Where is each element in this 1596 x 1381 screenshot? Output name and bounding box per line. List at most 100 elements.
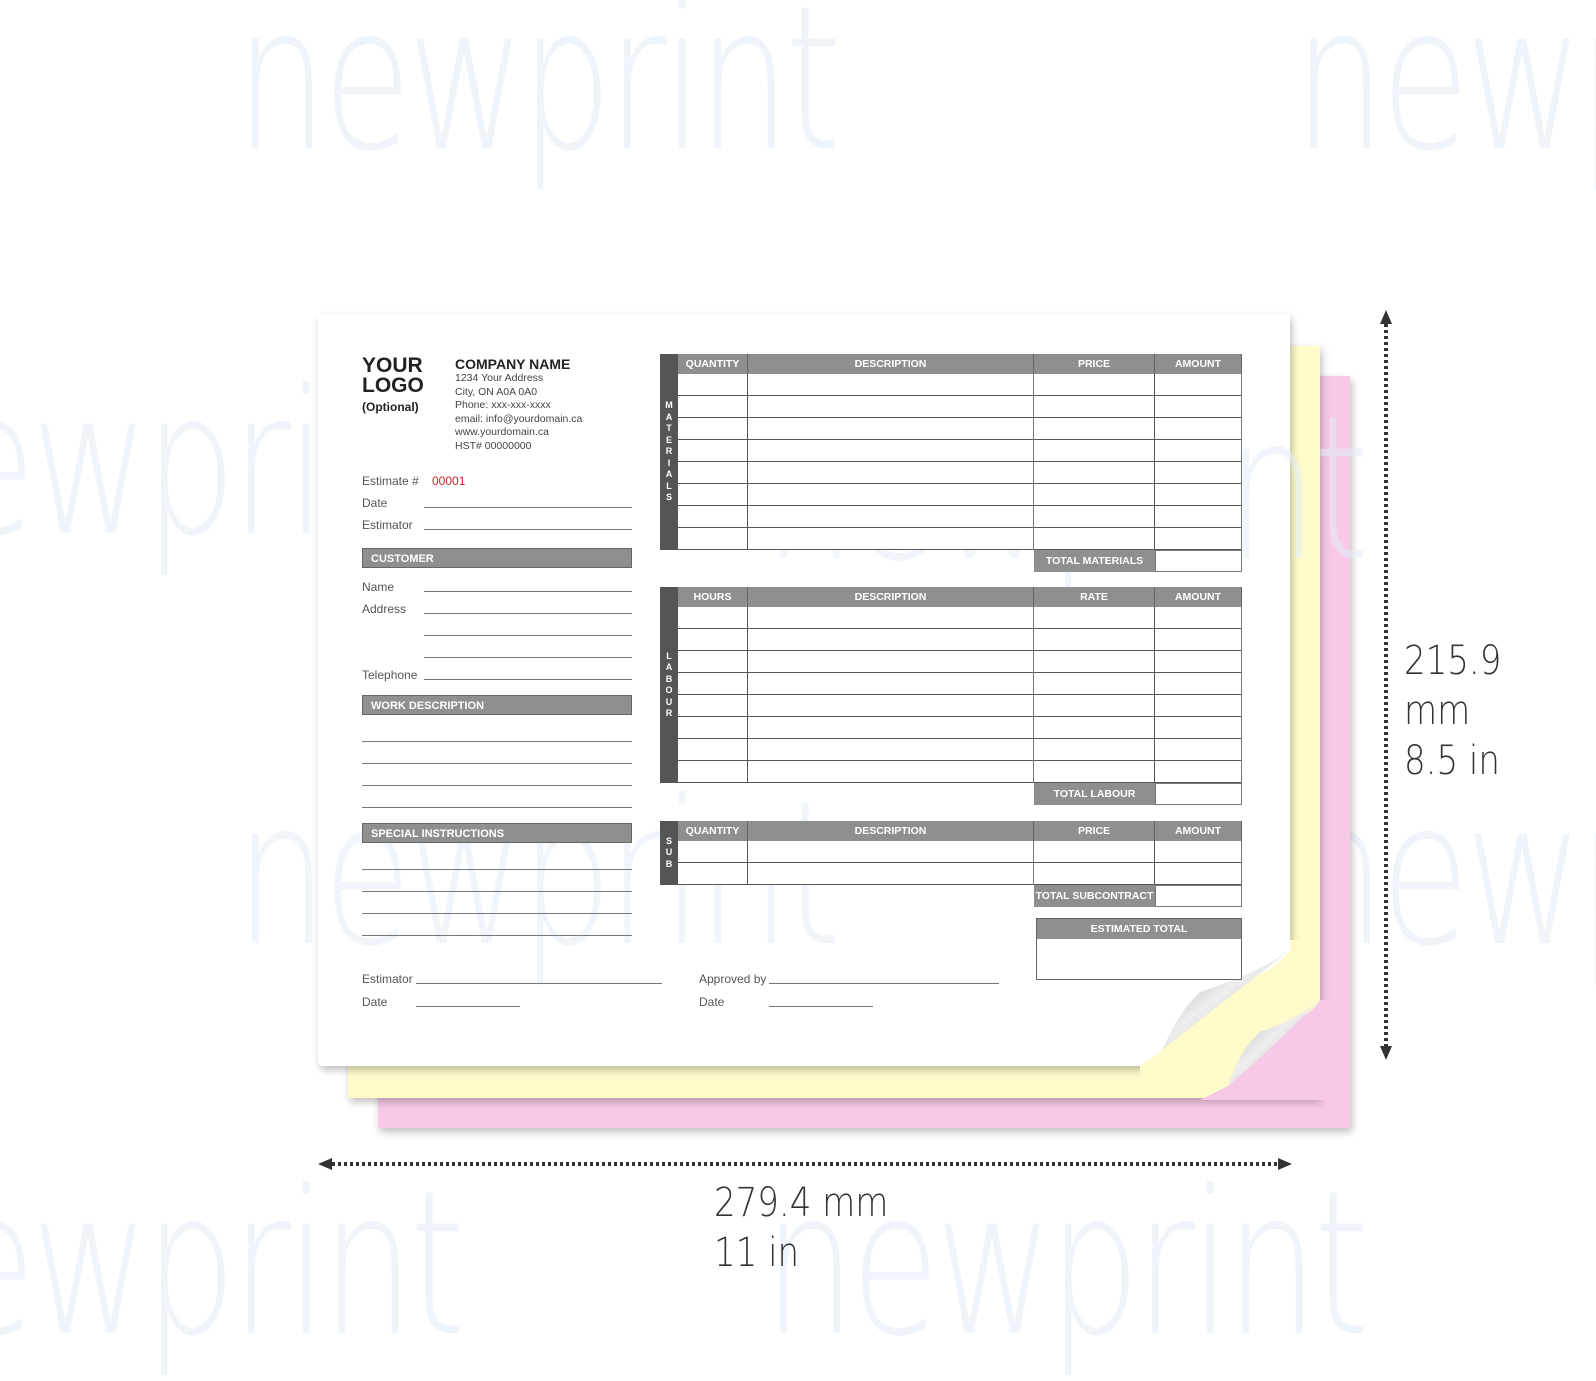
table-cell[interactable] (678, 761, 748, 783)
table-cell[interactable] (678, 506, 748, 528)
table-cell[interactable] (1155, 528, 1242, 550)
table-cell[interactable] (1034, 651, 1155, 673)
table-cell[interactable] (1034, 695, 1155, 717)
table-cell[interactable] (1155, 374, 1242, 396)
special-instructions-line[interactable] (362, 891, 632, 892)
table-cell[interactable] (1034, 374, 1155, 396)
table-cell[interactable] (748, 374, 1034, 396)
materials-total-label: TOTAL MATERIALS (1034, 550, 1155, 572)
table-cell[interactable] (678, 673, 748, 695)
table-cell[interactable] (1034, 484, 1155, 506)
labour-total-value[interactable] (1155, 783, 1242, 805)
table-cell[interactable] (1155, 440, 1242, 462)
table-row (678, 462, 1242, 484)
work-description-line[interactable] (362, 763, 632, 764)
table-cell[interactable] (1034, 629, 1155, 651)
table-cell[interactable] (678, 484, 748, 506)
work-description-line[interactable] (362, 741, 632, 742)
table-cell[interactable] (1155, 841, 1242, 863)
table-cell[interactable] (748, 761, 1034, 783)
table-cell[interactable] (678, 607, 748, 629)
table-cell[interactable] (1155, 484, 1242, 506)
table-cell[interactable] (1155, 651, 1242, 673)
table-cell[interactable] (678, 863, 748, 885)
table-cell[interactable] (1155, 506, 1242, 528)
table-cell[interactable] (1155, 863, 1242, 885)
table-cell[interactable] (748, 607, 1034, 629)
special-instructions-line[interactable] (362, 935, 632, 936)
table-cell[interactable] (1034, 717, 1155, 739)
table-cell[interactable] (678, 440, 748, 462)
subcontract-total-value[interactable] (1155, 885, 1242, 907)
estimator-signature-field[interactable]: Estimator (362, 972, 662, 988)
customer-telephone-field[interactable]: Telephone (362, 668, 632, 684)
estimated-total-box[interactable]: ESTIMATED TOTAL (1036, 918, 1242, 980)
table-cell[interactable] (678, 717, 748, 739)
table-cell[interactable] (1155, 396, 1242, 418)
table-cell[interactable] (748, 484, 1034, 506)
logo-placeholder: YOUR LOGO (Optional) (362, 354, 424, 414)
table-cell[interactable] (748, 717, 1034, 739)
table-cell[interactable] (678, 695, 748, 717)
table-cell[interactable] (1155, 673, 1242, 695)
table-cell[interactable] (678, 651, 748, 673)
table-cell[interactable] (678, 528, 748, 550)
table-cell[interactable] (748, 841, 1034, 863)
estimator-date-field[interactable]: Date (362, 995, 520, 1011)
table-cell[interactable] (1155, 761, 1242, 783)
table-cell[interactable] (748, 506, 1034, 528)
table-cell[interactable] (748, 629, 1034, 651)
work-description-line[interactable] (362, 785, 632, 786)
company-phone: Phone: xxx-xxx-xxxx (455, 399, 551, 411)
special-instructions-line[interactable] (362, 913, 632, 914)
table-cell[interactable] (748, 396, 1034, 418)
date-field[interactable]: Date (362, 496, 632, 512)
table-cell[interactable] (748, 673, 1034, 695)
table-cell[interactable] (748, 695, 1034, 717)
table-cell[interactable] (678, 841, 748, 863)
table-cell[interactable] (748, 440, 1034, 462)
table-cell[interactable] (678, 418, 748, 440)
table-cell[interactable] (1155, 418, 1242, 440)
estimator-field[interactable]: Estimator (362, 518, 632, 534)
approved-date-field[interactable]: Date (699, 995, 873, 1011)
approved-by-field[interactable]: Approved by (699, 972, 999, 988)
table-cell[interactable] (1155, 739, 1242, 761)
table-cell[interactable] (1034, 607, 1155, 629)
special-instructions-line[interactable] (362, 869, 632, 870)
table-cell[interactable] (1034, 418, 1155, 440)
table-cell[interactable] (678, 374, 748, 396)
customer-address-field[interactable]: Address (362, 602, 632, 658)
table-cell[interactable] (1034, 440, 1155, 462)
table-cell[interactable] (748, 739, 1034, 761)
table-cell[interactable] (748, 462, 1034, 484)
column-header-quantity: QUANTITY (678, 354, 748, 374)
table-cell[interactable] (748, 418, 1034, 440)
table-cell[interactable] (1155, 695, 1242, 717)
table-cell[interactable] (1155, 462, 1242, 484)
table-cell[interactable] (1034, 528, 1155, 550)
table-cell[interactable] (678, 462, 748, 484)
table-cell[interactable] (678, 739, 748, 761)
table-cell[interactable] (1155, 717, 1242, 739)
materials-total-value[interactable] (1155, 550, 1242, 572)
table-cell[interactable] (1034, 739, 1155, 761)
table-cell[interactable] (1034, 396, 1155, 418)
table-cell[interactable] (1034, 673, 1155, 695)
work-description-line[interactable] (362, 807, 632, 808)
table-cell[interactable] (748, 863, 1034, 885)
width-mm: 279.4 mm (714, 1180, 889, 1226)
customer-name-field[interactable]: Name (362, 580, 632, 596)
table-cell[interactable] (1034, 863, 1155, 885)
table-cell[interactable] (1034, 462, 1155, 484)
table-cell[interactable] (748, 528, 1034, 550)
table-cell[interactable] (1034, 761, 1155, 783)
table-cell[interactable] (748, 651, 1034, 673)
table-cell[interactable] (678, 396, 748, 418)
table-cell[interactable] (1155, 607, 1242, 629)
table-cell[interactable] (1034, 841, 1155, 863)
column-header-price: PRICE (1034, 821, 1155, 841)
table-cell[interactable] (1155, 629, 1242, 651)
table-cell[interactable] (1034, 506, 1155, 528)
table-cell[interactable] (678, 629, 748, 651)
